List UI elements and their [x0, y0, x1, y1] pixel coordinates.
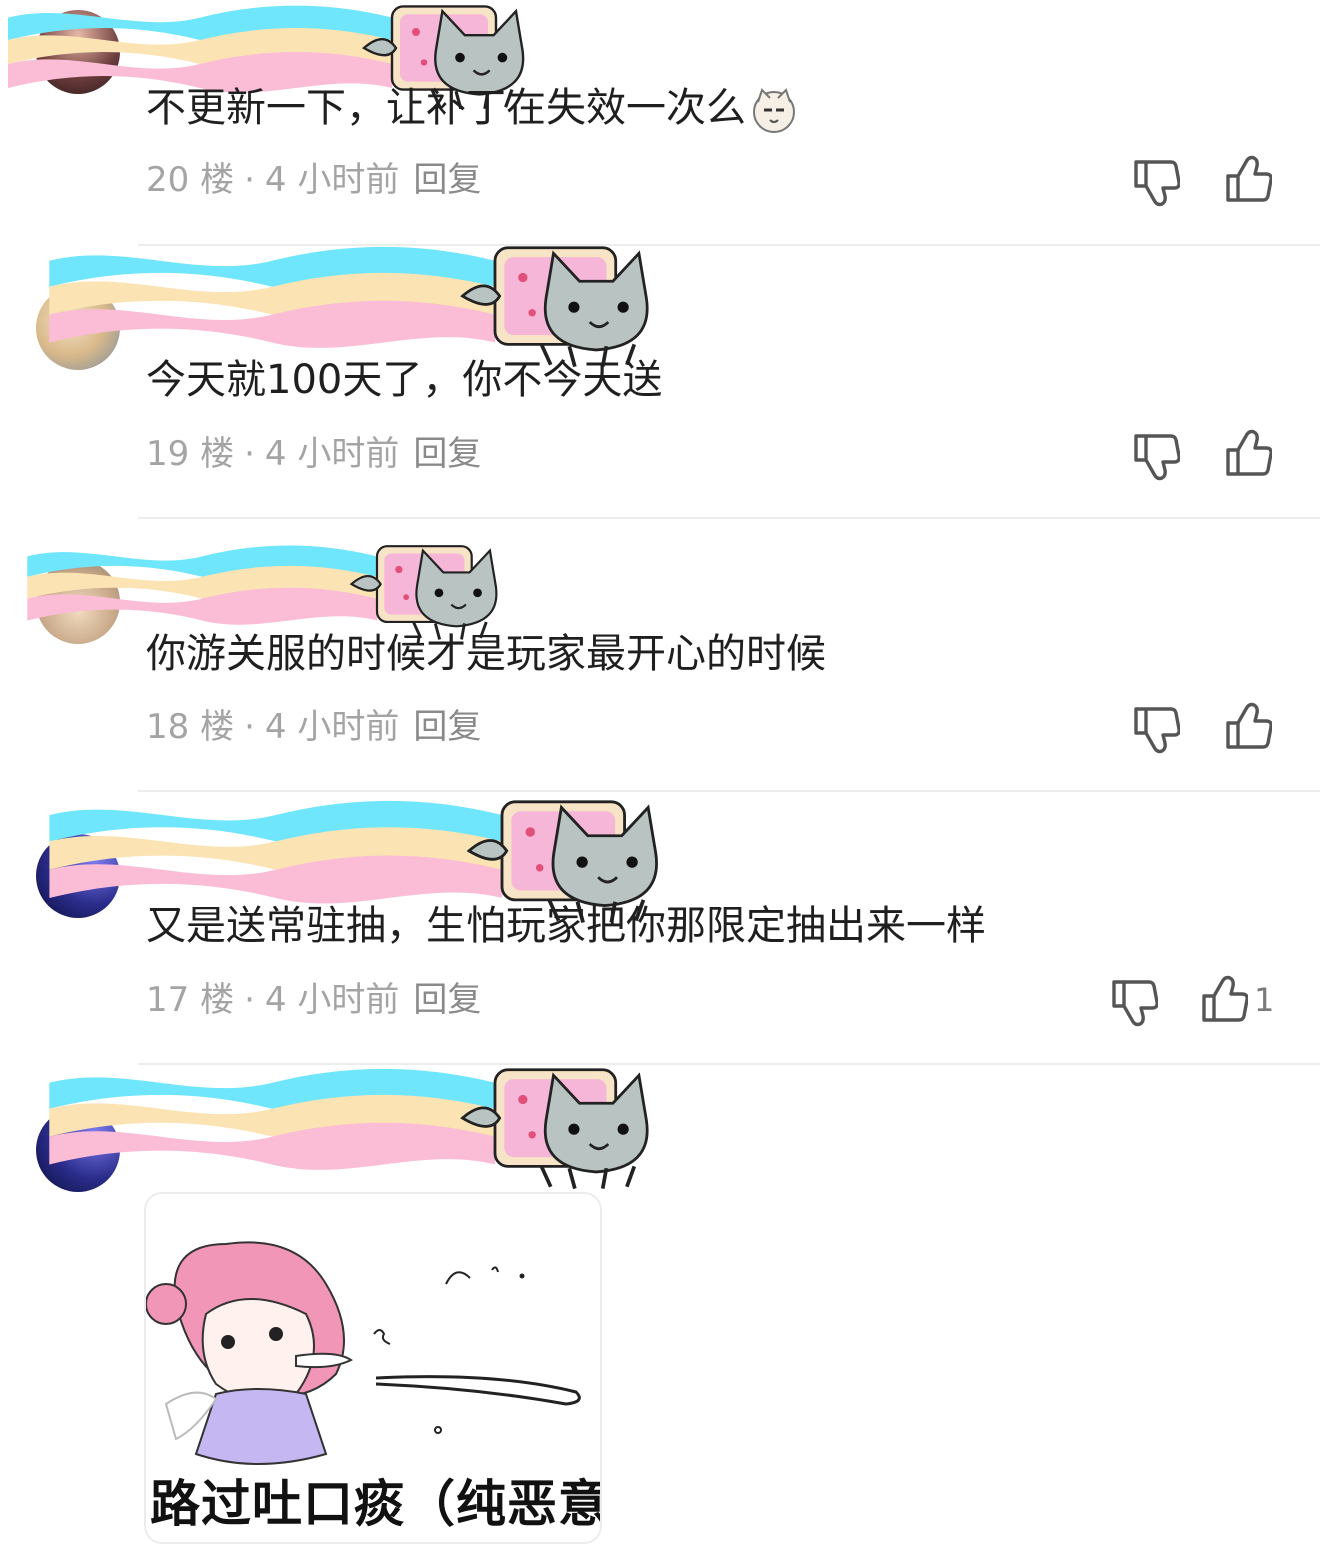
comment-meta: 18 楼 · 4 小时前 回复: [146, 705, 481, 749]
dislike-icon[interactable]: [1106, 976, 1158, 1028]
separator: ·: [244, 707, 255, 747]
reply-button[interactable]: 回复: [413, 707, 481, 747]
divider: [138, 517, 1320, 519]
comment-meta: 19 楼 · 4 小时前 回复: [146, 432, 481, 476]
like-icon[interactable]: [1196, 974, 1248, 1026]
dislike-icon[interactable]: [1128, 703, 1180, 755]
floor-number: 18 楼: [146, 707, 235, 747]
dislike-icon[interactable]: [1128, 156, 1180, 208]
comment-text: 今天就100天了，你不今天送: [146, 357, 663, 403]
like-icon[interactable]: [1220, 701, 1272, 753]
like-count: 1: [1254, 981, 1275, 1019]
reply-button[interactable]: 回复: [413, 160, 481, 200]
timestamp: 4 小时前: [264, 980, 400, 1020]
nyan-cat-sticker: [40, 1062, 690, 1202]
comment-text: 又是送常驻抽，生怕玩家把你那限定抽出来一样: [146, 903, 986, 949]
reply-button[interactable]: 回复: [413, 434, 481, 474]
like-icon[interactable]: [1220, 154, 1272, 206]
comment-image[interactable]: 路过吐口痰（纯恶意: [144, 1192, 602, 1544]
reply-button[interactable]: 回复: [413, 980, 481, 1020]
floor-number: 17 楼: [146, 980, 235, 1020]
separator: ·: [244, 980, 255, 1020]
comment-meta: 17 楼 · 4 小时前 回复: [146, 978, 481, 1022]
separator: ·: [244, 160, 255, 200]
timestamp: 4 小时前: [264, 707, 400, 747]
timestamp: 4 小时前: [264, 434, 400, 474]
divider: [138, 790, 1320, 792]
comment-meta: 20 楼 · 4 小时前 回复: [146, 158, 481, 202]
separator: ·: [244, 434, 255, 474]
comment-text: 你游关服的时候才是玩家最开心的时候: [146, 631, 826, 677]
timestamp: 4 小时前: [264, 160, 400, 200]
cat-face-emoji-icon: [750, 86, 798, 134]
image-caption: 路过吐口痰（纯恶意: [150, 1475, 602, 1533]
floor-number: 20 楼: [146, 160, 235, 200]
dislike-icon[interactable]: [1128, 430, 1180, 482]
floor-number: 19 楼: [146, 434, 235, 474]
like-icon[interactable]: [1220, 428, 1272, 480]
comment-text: 不更新一下，让补丁在失效一次么: [146, 82, 798, 134]
anime-girl-spitting-illustration: [146, 1241, 581, 1465]
